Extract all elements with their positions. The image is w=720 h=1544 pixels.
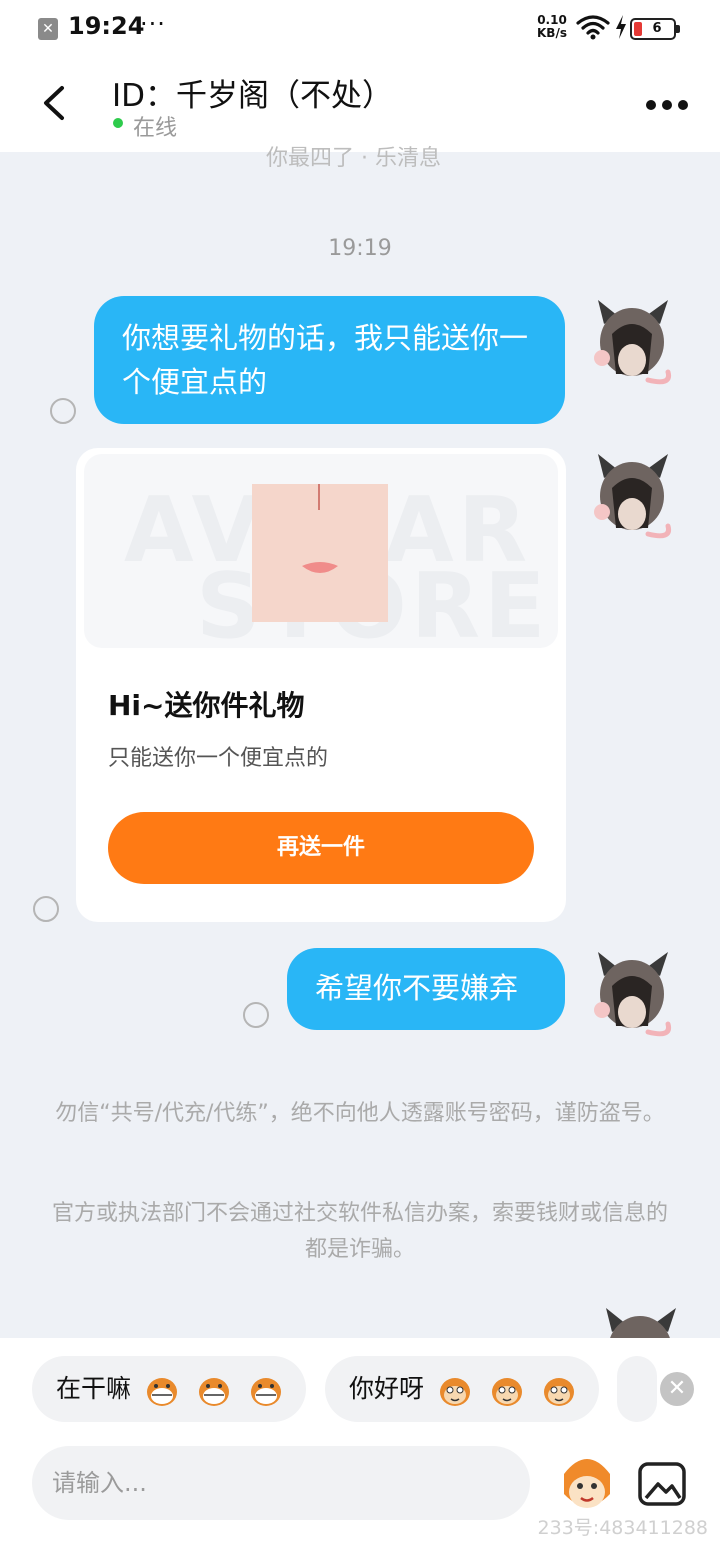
gift-card-message[interactable]: AVATAR STORE Hi~送你件礼物 只能送你一个便宜点的 再送一件 xyxy=(76,448,566,922)
clock: 19:24 xyxy=(68,12,145,40)
message-read-status-icon xyxy=(50,398,76,424)
grinning-monkey-icon xyxy=(198,1378,229,1406)
back-button[interactable] xyxy=(30,78,80,128)
message-read-status-icon xyxy=(33,896,59,922)
grinning-monkey-icon xyxy=(250,1378,281,1406)
battery-indicator: 6 xyxy=(630,18,680,40)
user-avatar[interactable] xyxy=(588,946,676,1046)
quick-reply-chip[interactable]: 在干嘛 xyxy=(32,1356,306,1422)
more-options-button[interactable] xyxy=(640,86,690,126)
battery-level: 6 xyxy=(652,21,662,36)
app-watermark: 233号:483411288 xyxy=(537,1517,708,1539)
network-speed-unit: KB/s xyxy=(537,26,567,40)
user-avatar[interactable] xyxy=(588,294,676,394)
online-status-dot xyxy=(113,118,123,128)
network-speed: 0.10 KB/s xyxy=(532,14,572,40)
quick-reply-chip[interactable]: 你好呀 xyxy=(325,1356,599,1422)
message-input[interactable]: 请输入... xyxy=(32,1446,530,1520)
chevron-left-icon xyxy=(44,86,64,120)
gift-item-thumbnail xyxy=(252,484,388,622)
image-picker-icon[interactable] xyxy=(636,1458,688,1510)
quick-reply-text: 你好呀 xyxy=(349,1374,425,1403)
smiling-monkey-icon xyxy=(439,1378,470,1406)
outgoing-message-bubble[interactable]: 你想要礼物的话，我只能送你一个便宜点的 xyxy=(94,296,565,424)
face-skin-icon xyxy=(302,484,338,573)
outgoing-message-bubble[interactable]: 希望你不要嫌弃 xyxy=(287,948,565,1030)
charging-icon xyxy=(616,15,626,39)
chat-header: ID：千岁阁（不处） 在线 xyxy=(0,56,720,152)
smiling-monkey-icon xyxy=(491,1378,522,1406)
notification-close-icon: ✕ xyxy=(38,18,58,40)
online-status-label: 在线 xyxy=(133,116,178,141)
gift-card-description: 只能送你一个便宜点的 xyxy=(108,746,329,771)
contact-name[interactable]: ID：千岁阁（不处） xyxy=(112,70,393,115)
grinning-monkey-emoji-group xyxy=(143,1357,291,1423)
quick-reply-text: 在干嘛 xyxy=(56,1374,132,1403)
grinning-monkey-icon xyxy=(146,1378,177,1406)
previous-message-fragment: 你最四了 · 乐清息 xyxy=(266,146,441,171)
anti-fraud-notice: 勿信“共号/代充/代练”，绝不向他人透露账号密码，谨防盗号。 xyxy=(55,1101,665,1126)
quick-reply-chip-partial[interactable] xyxy=(617,1356,657,1422)
gift-preview-image: AVATAR STORE xyxy=(84,454,558,648)
send-another-gift-button[interactable]: 再送一件 xyxy=(108,812,534,884)
smiling-monkey-emoji-group xyxy=(436,1357,584,1423)
gift-card-title: Hi~送你件礼物 xyxy=(108,689,305,722)
user-avatar[interactable] xyxy=(588,448,676,548)
smiling-monkey-icon xyxy=(543,1378,574,1406)
more-dot-icon xyxy=(646,100,656,110)
message-timestamp: 19:19 xyxy=(328,236,392,261)
anti-fraud-notice: 官方或执法部门不会通过社交软件私信办案，索要钱财或信息的都是诈骗。 xyxy=(51,1201,668,1262)
more-dot-icon xyxy=(662,100,672,110)
more-dot-icon xyxy=(678,100,688,110)
close-quick-replies-icon[interactable]: ✕ xyxy=(660,1372,694,1406)
input-panel: 在干嘛 你好呀 ✕ 请输入... 233号:483411288 xyxy=(0,1338,720,1544)
status-bar: ✕ 19:24 ··· 0.10 KB/s 6 xyxy=(0,0,720,56)
message-read-status-icon xyxy=(243,1002,269,1028)
wifi-icon xyxy=(576,15,610,40)
emoji-sticker-button[interactable] xyxy=(556,1448,618,1520)
more-notifications-icon: ··· xyxy=(140,10,166,38)
